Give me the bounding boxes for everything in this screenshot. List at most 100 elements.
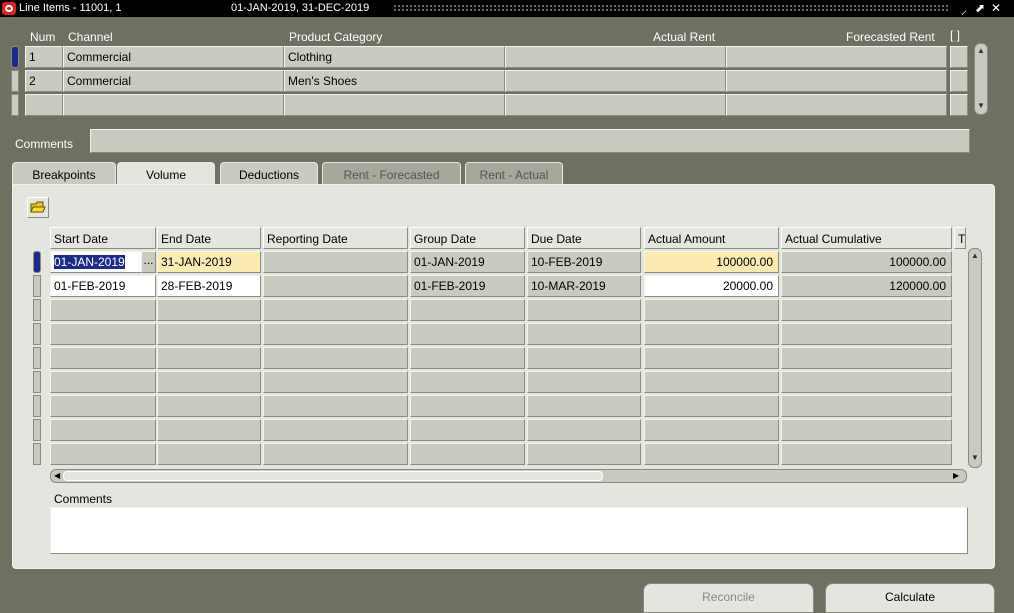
- folder-bracket-icon[interactable]: [ ]: [950, 28, 960, 42]
- empty-grid-cell[interactable]: [644, 299, 779, 321]
- empty-grid-cell[interactable]: [527, 443, 641, 465]
- empty-grid-cell[interactable]: [781, 371, 952, 393]
- line-actual-rent[interactable]: [505, 70, 726, 92]
- scroll-right-icon[interactable]: ▶: [953, 471, 959, 480]
- line-flex-field[interactable]: [950, 70, 968, 92]
- restore-icon[interactable]: ⬈: [973, 1, 987, 15]
- empty-grid-cell[interactable]: [157, 371, 261, 393]
- empty-grid-cell[interactable]: [527, 299, 641, 321]
- volume-comments-field[interactable]: [50, 507, 968, 554]
- close-icon[interactable]: ✕: [989, 1, 1003, 15]
- row-selector[interactable]: [33, 371, 41, 393]
- due-date-field[interactable]: 10-FEB-2019: [527, 251, 641, 273]
- line-items-scrollbar[interactable]: ▲ ▼: [974, 43, 988, 115]
- line-product-category[interactable]: [284, 94, 505, 116]
- empty-grid-cell[interactable]: [527, 347, 641, 369]
- row-selector[interactable]: [11, 94, 19, 116]
- line-flex-field[interactable]: [950, 94, 968, 116]
- line-num[interactable]: 1: [25, 46, 63, 68]
- empty-grid-cell[interactable]: [781, 299, 952, 321]
- open-folder-button[interactable]: [27, 197, 49, 218]
- empty-grid-cell[interactable]: [644, 371, 779, 393]
- line-num[interactable]: [25, 94, 63, 116]
- row-selector[interactable]: [33, 443, 41, 465]
- empty-grid-cell[interactable]: [527, 323, 641, 345]
- empty-grid-cell[interactable]: [157, 395, 261, 417]
- reporting-date-field[interactable]: [263, 251, 408, 273]
- empty-grid-cell[interactable]: [157, 323, 261, 345]
- scroll-down-icon[interactable]: ▼: [976, 101, 986, 110]
- row-selector[interactable]: [33, 419, 41, 441]
- empty-grid-cell[interactable]: [157, 443, 261, 465]
- empty-grid-cell[interactable]: [50, 323, 156, 345]
- empty-grid-cell[interactable]: [50, 419, 156, 441]
- scroll-up-icon[interactable]: ▲: [970, 251, 980, 260]
- tab-breakpoints[interactable]: Breakpoints: [12, 162, 116, 185]
- line-product-category[interactable]: Men's Shoes: [284, 70, 505, 92]
- empty-grid-cell[interactable]: [410, 419, 525, 441]
- empty-grid-cell[interactable]: [527, 419, 641, 441]
- minimize-icon[interactable]: ⸝: [957, 1, 971, 18]
- hscroll-thumb[interactable]: [63, 471, 603, 481]
- empty-grid-cell[interactable]: [781, 323, 952, 345]
- line-channel[interactable]: [63, 94, 284, 116]
- scroll-up-icon[interactable]: ▲: [976, 46, 986, 55]
- line-forecasted-rent[interactable]: [726, 46, 947, 68]
- empty-grid-cell[interactable]: [644, 443, 779, 465]
- empty-grid-cell[interactable]: [781, 443, 952, 465]
- empty-grid-cell[interactable]: [410, 299, 525, 321]
- line-forecasted-rent[interactable]: [726, 94, 947, 116]
- due-date-field[interactable]: 10-MAR-2019: [527, 275, 641, 297]
- start-date-field[interactable]: 01-JAN-2019: [50, 251, 142, 273]
- line-product-category[interactable]: Clothing: [284, 46, 505, 68]
- row-selector[interactable]: [33, 299, 41, 321]
- empty-grid-cell[interactable]: [263, 395, 408, 417]
- line-channel[interactable]: Commercial: [63, 46, 284, 68]
- empty-grid-cell[interactable]: [263, 443, 408, 465]
- empty-grid-cell[interactable]: [263, 419, 408, 441]
- empty-grid-cell[interactable]: [263, 371, 408, 393]
- row-selector[interactable]: [11, 70, 19, 92]
- actual-cumulative-field[interactable]: 120000.00: [781, 275, 952, 297]
- empty-grid-cell[interactable]: [781, 419, 952, 441]
- empty-grid-cell[interactable]: [781, 347, 952, 369]
- group-date-field[interactable]: 01-JAN-2019: [410, 251, 525, 273]
- tab-deductions[interactable]: Deductions: [220, 162, 318, 185]
- comments-field[interactable]: [90, 129, 970, 153]
- calculate-button[interactable]: Calculate: [825, 583, 995, 613]
- empty-grid-cell[interactable]: [157, 299, 261, 321]
- empty-grid-cell[interactable]: [50, 347, 156, 369]
- empty-grid-cell[interactable]: [263, 347, 408, 369]
- row-selector[interactable]: [33, 323, 41, 345]
- group-date-field[interactable]: 01-FEB-2019: [410, 275, 525, 297]
- line-actual-rent[interactable]: [505, 94, 726, 116]
- empty-grid-cell[interactable]: [263, 299, 408, 321]
- row-selector[interactable]: [33, 347, 41, 369]
- empty-grid-cell[interactable]: [410, 371, 525, 393]
- empty-grid-cell[interactable]: [157, 419, 261, 441]
- empty-grid-cell[interactable]: [644, 347, 779, 369]
- empty-grid-cell[interactable]: [157, 347, 261, 369]
- empty-grid-cell[interactable]: [644, 395, 779, 417]
- empty-grid-cell[interactable]: [410, 347, 525, 369]
- tab-volume[interactable]: Volume: [117, 162, 215, 186]
- end-date-field[interactable]: 31-JAN-2019: [157, 251, 261, 273]
- empty-grid-cell[interactable]: [263, 323, 408, 345]
- empty-grid-cell[interactable]: [410, 323, 525, 345]
- start-date-field[interactable]: 01-FEB-2019: [50, 275, 156, 297]
- end-date-field[interactable]: 28-FEB-2019: [157, 275, 261, 297]
- empty-grid-cell[interactable]: [527, 371, 641, 393]
- row-selector[interactable]: [33, 275, 41, 297]
- line-flex-field[interactable]: [950, 46, 968, 68]
- empty-grid-cell[interactable]: [644, 323, 779, 345]
- line-forecasted-rent[interactable]: [726, 70, 947, 92]
- empty-grid-cell[interactable]: [50, 395, 156, 417]
- empty-grid-cell[interactable]: [50, 299, 156, 321]
- empty-grid-cell[interactable]: [50, 443, 156, 465]
- empty-grid-cell[interactable]: [410, 443, 525, 465]
- actual-amount-field[interactable]: 100000.00: [644, 251, 779, 273]
- empty-grid-cell[interactable]: [781, 395, 952, 417]
- date-picker-button[interactable]: ...: [141, 251, 156, 273]
- actual-amount-field[interactable]: 20000.00: [644, 275, 779, 297]
- volume-vscrollbar[interactable]: ▲ ▼: [968, 248, 982, 468]
